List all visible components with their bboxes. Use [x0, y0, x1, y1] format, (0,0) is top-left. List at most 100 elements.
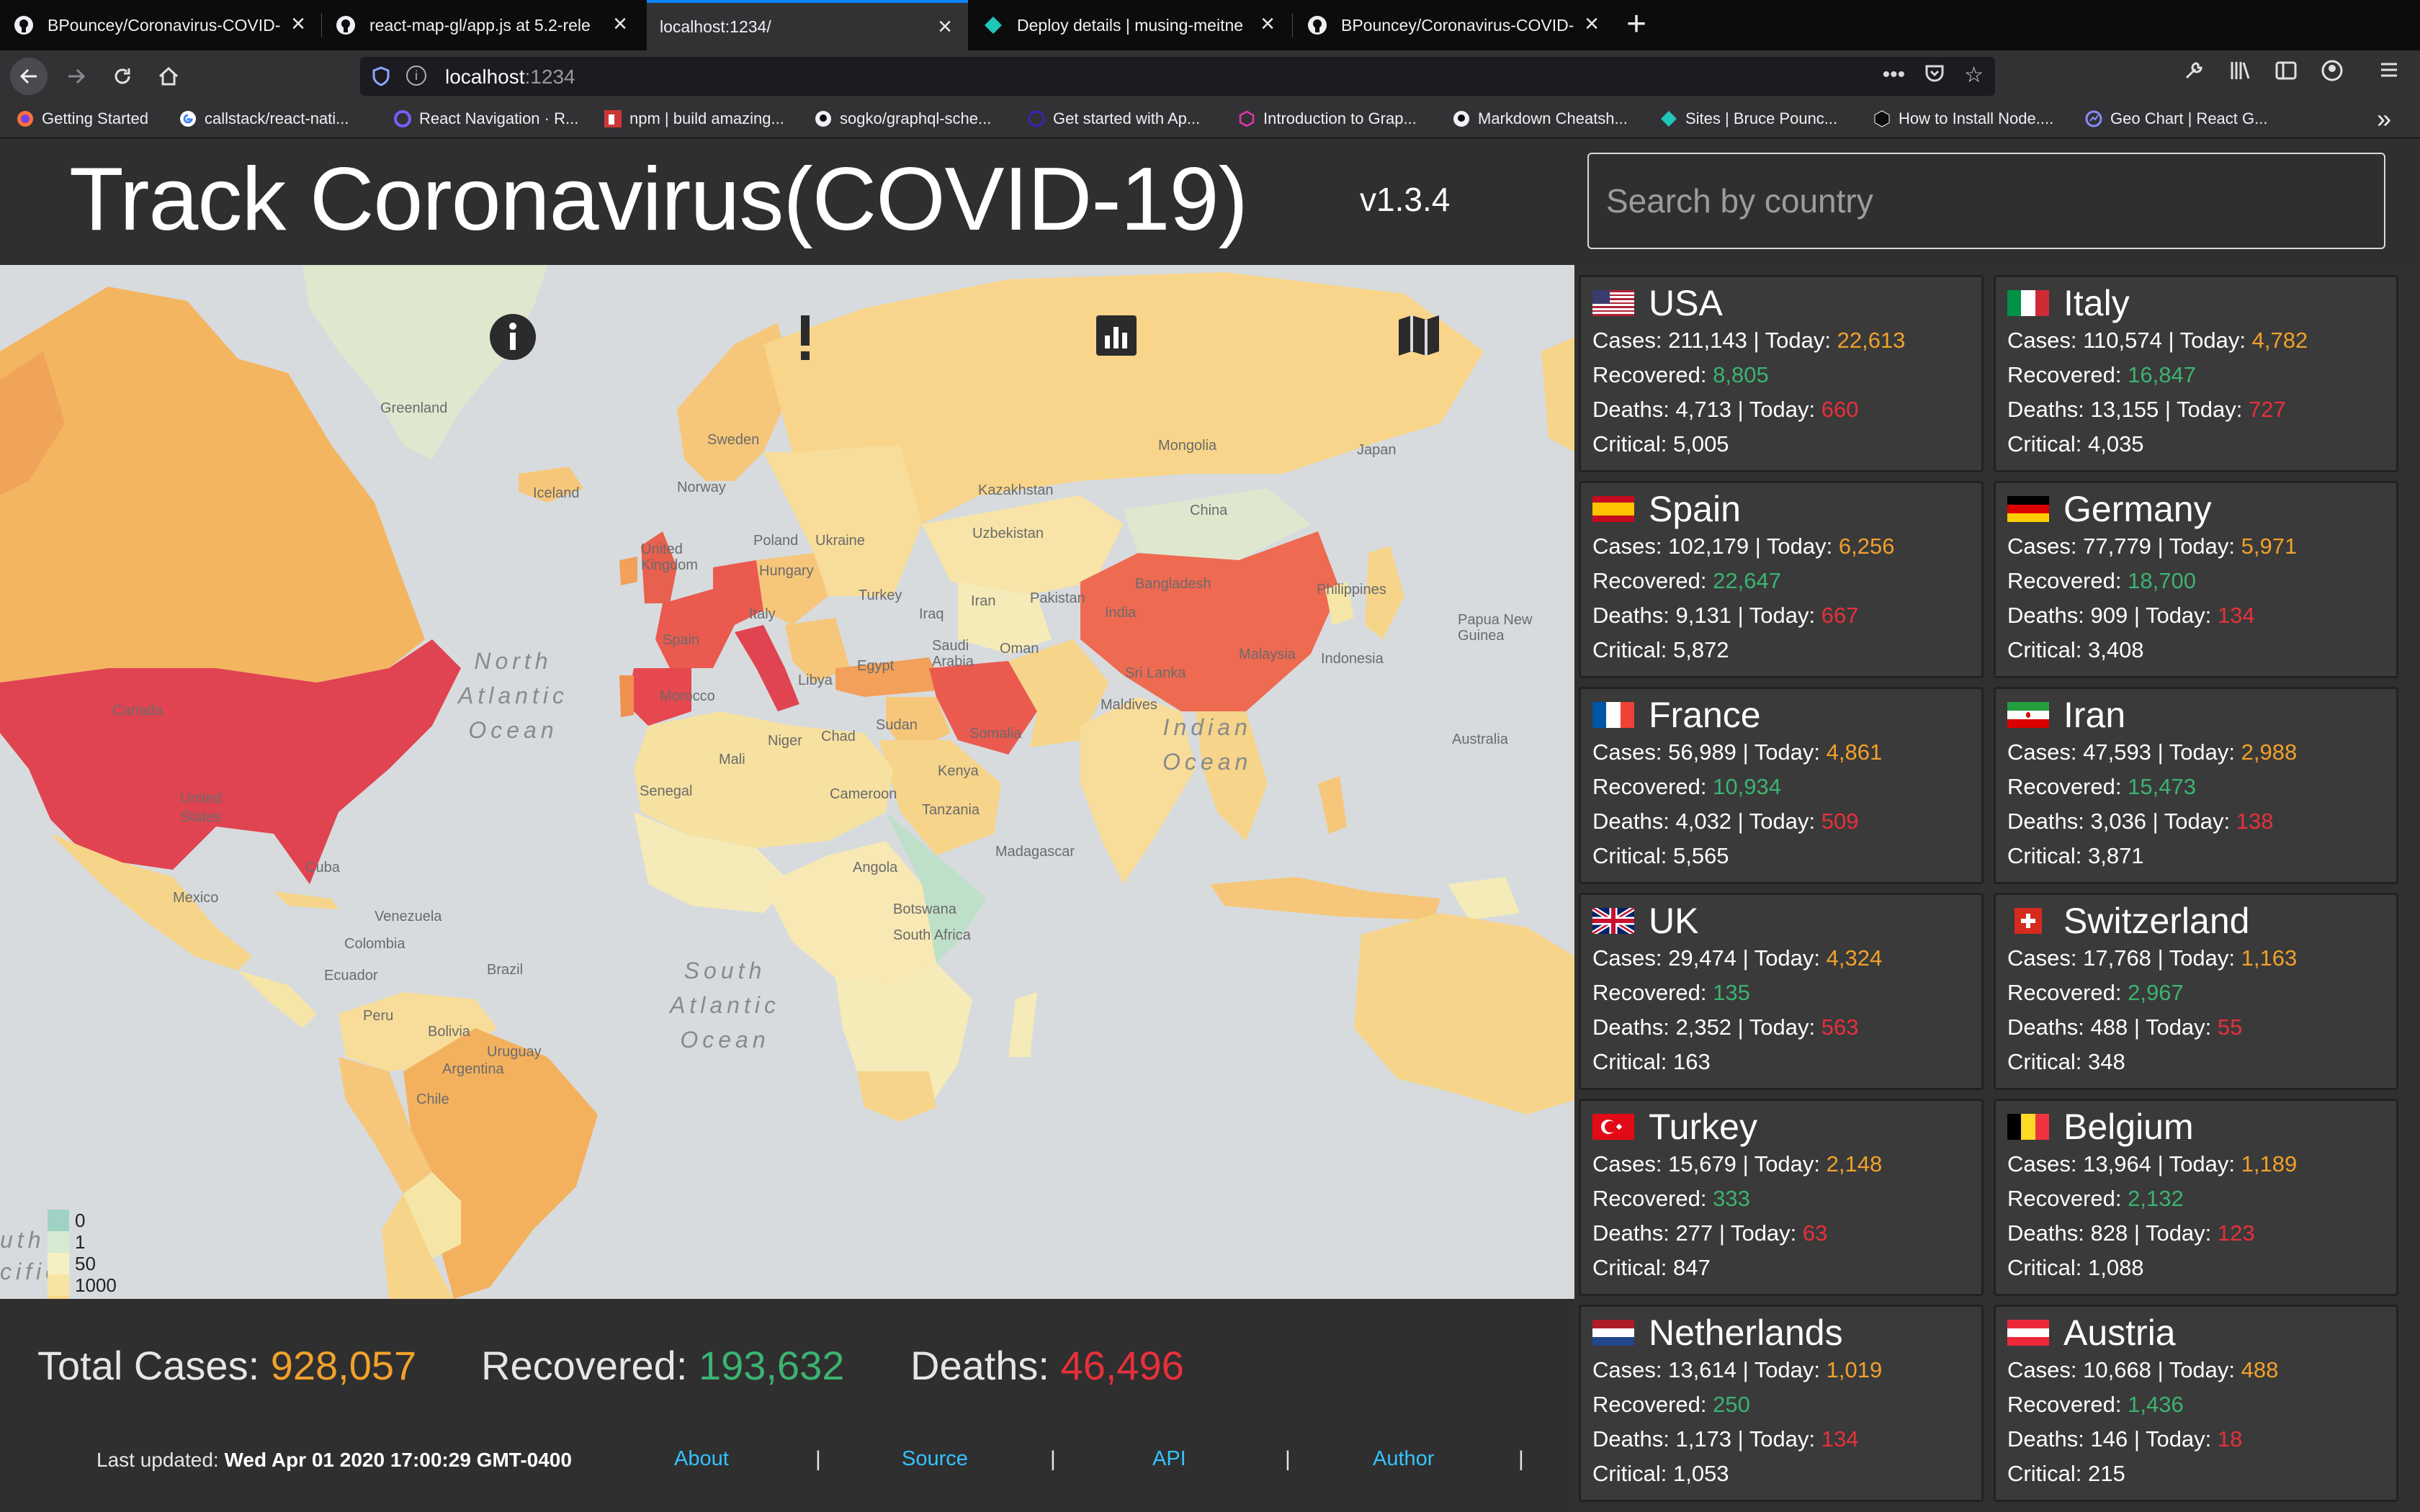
cases-row: Cases: 10,668 | Today: 488	[2007, 1353, 2396, 1387]
ocean-label-indian: Indian Ocean	[1162, 714, 1252, 775]
bookmark-item[interactable]: Sites | Bruce Pounc...	[1659, 109, 1837, 128]
today-label: Today:	[2164, 809, 2231, 834]
country-card-france[interactable]: France Cases: 56,989 | Today: 4,861 Reco…	[1579, 687, 1984, 884]
country-card-belgium[interactable]: Belgium Cases: 13,964 | Today: 1,189 Rec…	[1994, 1099, 2398, 1296]
library-icon[interactable]	[2228, 59, 2251, 88]
map-label-bangladesh: Bangladesh	[1135, 576, 1211, 592]
tab-github-covid-2[interactable]: BPouncey/Coronavirus-COVID- ×	[1294, 0, 1615, 50]
tab-github-covid[interactable]: BPouncey/Coronavirus-COVID- ×	[0, 0, 321, 50]
close-icon[interactable]: ×	[613, 12, 627, 36]
deaths-value: 828	[2090, 1220, 2128, 1246]
cases-label: Cases:	[1592, 1357, 1662, 1382]
country-card-spain[interactable]: Spain Cases: 102,179 | Today: 6,256 Reco…	[1579, 481, 1984, 678]
tracking-protection-icon[interactable]	[372, 66, 390, 90]
cases-value: 10,668	[2083, 1357, 2151, 1382]
map-view-button[interactable]	[1396, 312, 1448, 364]
map-canvas[interactable]	[0, 265, 1574, 1299]
home-button[interactable]	[150, 58, 187, 95]
site-info-icon[interactable]: i	[406, 66, 426, 86]
ocean-label-south-pacific-a: uth	[0, 1227, 45, 1253]
cases-today-value: 488	[2241, 1357, 2279, 1382]
deaths-today-value: 563	[1821, 1014, 1859, 1040]
country-card-netherlands[interactable]: Netherlands Cases: 13,614 | Today: 1,019…	[1579, 1305, 1984, 1502]
map-label-ecuador: Ecuador	[324, 968, 378, 984]
close-icon[interactable]: ×	[1585, 12, 1599, 36]
region-papua	[1448, 877, 1520, 920]
author-link[interactable]: Author	[1373, 1447, 1434, 1471]
country-card-turkey[interactable]: Turkey Cases: 15,679 | Today: 2,148 Reco…	[1579, 1099, 1984, 1296]
bookmark-item[interactable]: Get started with Ap...	[1027, 109, 1200, 128]
reload-button[interactable]	[104, 58, 141, 95]
region-australia	[1354, 913, 1574, 1115]
tab-netlify-deploy[interactable]: Deploy details | musing-meitne ×	[969, 0, 1291, 50]
tab-react-map-gl[interactable]: react-map-gl/app.js at 5.2-rele ×	[322, 0, 643, 50]
country-card-italy[interactable]: Italy Cases: 110,574 | Today: 4,782 Reco…	[1994, 275, 2398, 472]
bookmark-item[interactable]: Getting Started	[16, 109, 148, 128]
country-card-header: Turkey	[1592, 1107, 1981, 1147]
deaths-value: 9,131	[1675, 603, 1732, 628]
today-label: Today:	[2177, 397, 2243, 422]
alert-button[interactable]	[791, 312, 843, 364]
world-map[interactable]: Greenland Iceland Sweden Norway United Ki…	[0, 265, 1574, 1299]
search-input[interactable]	[1587, 153, 2385, 249]
map-label-ukraine: Ukraine	[815, 533, 865, 549]
deaths-row: Deaths: 488 | Today: 55	[2007, 1010, 2396, 1045]
forward-button[interactable]	[58, 58, 95, 95]
bookmarks-overflow-icon[interactable]: »	[2377, 104, 2391, 134]
cases-today-value: 1,019	[1826, 1357, 1883, 1382]
map-label-spain: Spain	[663, 632, 700, 648]
node-icon	[1873, 109, 1891, 128]
info-button[interactable]	[488, 312, 540, 364]
bookmark-item[interactable]: sogko/graphql-sche...	[814, 109, 991, 128]
close-icon[interactable]: ×	[291, 12, 305, 36]
tab-localhost[interactable]: localhost:1234/ ×	[647, 0, 968, 50]
page-actions-icon[interactable]: •••	[1883, 63, 1906, 90]
pocket-icon[interactable]	[1924, 63, 1945, 90]
url-text[interactable]: localhost:1234	[445, 66, 575, 89]
menu-icon[interactable]	[2378, 59, 2400, 86]
country-card-switzerland[interactable]: Switzerland Cases: 17,768 | Today: 1,163…	[1994, 893, 2398, 1090]
footer-separator: |	[815, 1447, 821, 1471]
deaths-today-value: 134	[1821, 1426, 1859, 1452]
url-bar[interactable]: i localhost:1234 ••• ☆	[360, 57, 1995, 96]
bookmark-item[interactable]: callstack/react-nati...	[179, 109, 349, 128]
today-label: Today:	[1766, 534, 1833, 559]
map-label-uruguay: Uruguay	[487, 1044, 542, 1060]
bookmark-star-icon[interactable]: ☆	[1964, 63, 1984, 90]
legend-row: 1000	[48, 1274, 153, 1296]
sidebar-icon[interactable]	[2275, 59, 2298, 88]
country-card-usa[interactable]: USA Cases: 211,143 | Today: 22,613 Recov…	[1579, 275, 1984, 472]
back-button[interactable]	[10, 58, 48, 95]
bookmark-item[interactable]: Introduction to Grap...	[1237, 109, 1417, 128]
account-icon[interactable]	[2321, 59, 2344, 88]
deaths-value: 488	[2090, 1014, 2128, 1040]
wrench-icon[interactable]	[2182, 59, 2205, 88]
about-link[interactable]: About	[674, 1447, 729, 1471]
total-cases-label: Total Cases:	[37, 1343, 260, 1388]
close-icon[interactable]: ×	[1260, 12, 1275, 36]
separator: |	[2157, 534, 2164, 559]
bookmark-item[interactable]: Markdown Cheatsh...	[1452, 109, 1628, 128]
api-link[interactable]: API	[1152, 1447, 1186, 1471]
last-updated-value: Wed Apr 01 2020 17:00:29 GMT-0400	[224, 1449, 572, 1471]
bookmark-item[interactable]: npm | build amazing...	[604, 109, 784, 128]
country-card-iran[interactable]: Iran Cases: 47,593 | Today: 2,988 Recove…	[1994, 687, 2398, 884]
country-card-germany[interactable]: Germany Cases: 77,779 | Today: 5,971 Rec…	[1994, 481, 2398, 678]
deaths-label: Deaths:	[2007, 1014, 2084, 1040]
bookmark-item[interactable]: React Navigation · R...	[393, 109, 578, 128]
country-card-austria[interactable]: Austria Cases: 10,668 | Today: 488 Recov…	[1994, 1305, 2398, 1502]
country-card-uk[interactable]: UK Cases: 29,474 | Today: 4,324 Recovere…	[1579, 893, 1984, 1090]
critical-label: Critical:	[2007, 1255, 2082, 1280]
bookmark-item[interactable]: Geo Chart | React G...	[2084, 109, 2267, 128]
close-icon[interactable]: ×	[938, 14, 952, 39]
separator: |	[2157, 1357, 2164, 1382]
bookmark-label: React Navigation · R...	[419, 109, 579, 127]
new-tab-button[interactable]: +	[1626, 6, 1646, 43]
bookmark-item[interactable]: How to Install Node....	[1873, 109, 2053, 128]
map-label-egypt: Egypt	[857, 658, 895, 674]
firefox-icon	[16, 109, 35, 128]
stats-button[interactable]	[1093, 312, 1145, 364]
country-card-list[interactable]: USA Cases: 211,143 | Today: 22,613 Recov…	[1579, 275, 2420, 1512]
country-name: USA	[1649, 283, 1723, 323]
source-link[interactable]: Source	[902, 1447, 968, 1471]
